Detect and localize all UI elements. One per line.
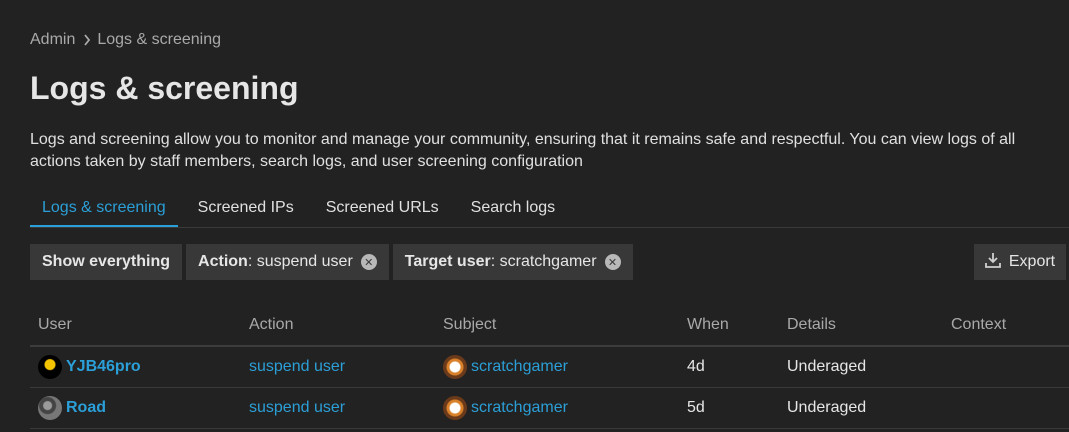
page-title: Logs & screening [30, 70, 299, 106]
filter-bar: Show everything Action : suspend user ✕ … [30, 244, 633, 280]
avatar[interactable] [38, 395, 62, 420]
column-when[interactable]: When [679, 304, 779, 347]
target-user-filter-value: : scratchgamer [490, 253, 597, 270]
when-cell: 4d [679, 346, 779, 388]
user-link[interactable]: YJB46pro [66, 358, 141, 376]
context-cell [943, 346, 1069, 388]
export-label: Export [1008, 253, 1056, 270]
download-icon [984, 252, 1001, 273]
when-cell: 5d [679, 387, 779, 429]
tab-bar: Logs & screening Screened IPs Screened U… [30, 190, 1069, 228]
show-everything-button[interactable]: Show everything [30, 244, 183, 280]
user-link[interactable]: Road [66, 399, 106, 417]
action-filter-value: : suspend user [247, 253, 353, 270]
details-cell: Underaged [779, 346, 943, 388]
avatar[interactable] [443, 395, 467, 420]
show-everything-label: Show everything [42, 253, 171, 270]
table-header-row: User Action Subject When Details Context [30, 304, 1069, 347]
column-details[interactable]: Details [779, 304, 943, 347]
close-icon[interactable]: ✕ [360, 254, 377, 270]
subject-link[interactable]: scratchgamer [471, 358, 568, 376]
tab-screened-ips[interactable]: Screened IPs [186, 190, 306, 227]
table-row: Road suspend user scratchgamer 5d Undera… [30, 387, 1069, 429]
context-cell [943, 387, 1069, 429]
export-button[interactable]: Export [974, 244, 1066, 280]
column-context[interactable]: Context [943, 304, 1069, 347]
column-action[interactable]: Action [241, 304, 435, 347]
logs-table: User Action Subject When Details Context… [30, 304, 1069, 429]
breadcrumb-current: Logs & screening [97, 31, 221, 48]
breadcrumb-admin-link[interactable]: Admin [30, 31, 75, 49]
avatar[interactable] [443, 354, 467, 379]
table-row: YJB46pro suspend user scratchgamer 4d Un… [30, 346, 1069, 388]
column-user[interactable]: User [30, 304, 241, 347]
close-icon[interactable]: ✕ [604, 254, 621, 270]
target-user-filter-key: Target user [404, 253, 491, 270]
tab-search-logs[interactable]: Search logs [459, 190, 568, 227]
details-cell: Underaged [779, 387, 943, 429]
column-subject[interactable]: Subject [435, 304, 679, 347]
action-link[interactable]: suspend user [249, 399, 345, 416]
chevron-right-icon [83, 34, 91, 46]
action-link[interactable]: suspend user [249, 358, 345, 375]
tab-screened-urls[interactable]: Screened URLs [314, 190, 451, 227]
avatar[interactable] [38, 354, 62, 379]
subject-link[interactable]: scratchgamer [471, 399, 568, 417]
target-user-filter-chip[interactable]: Target user : scratchgamer ✕ [392, 244, 633, 280]
action-filter-chip[interactable]: Action : suspend user ✕ [186, 244, 389, 280]
breadcrumb: Admin Logs & screening [30, 31, 221, 49]
tab-logs-screening[interactable]: Logs & screening [30, 190, 178, 227]
action-filter-key: Action [198, 253, 248, 270]
page-description: Logs and screening allow you to monitor … [30, 131, 1016, 170]
